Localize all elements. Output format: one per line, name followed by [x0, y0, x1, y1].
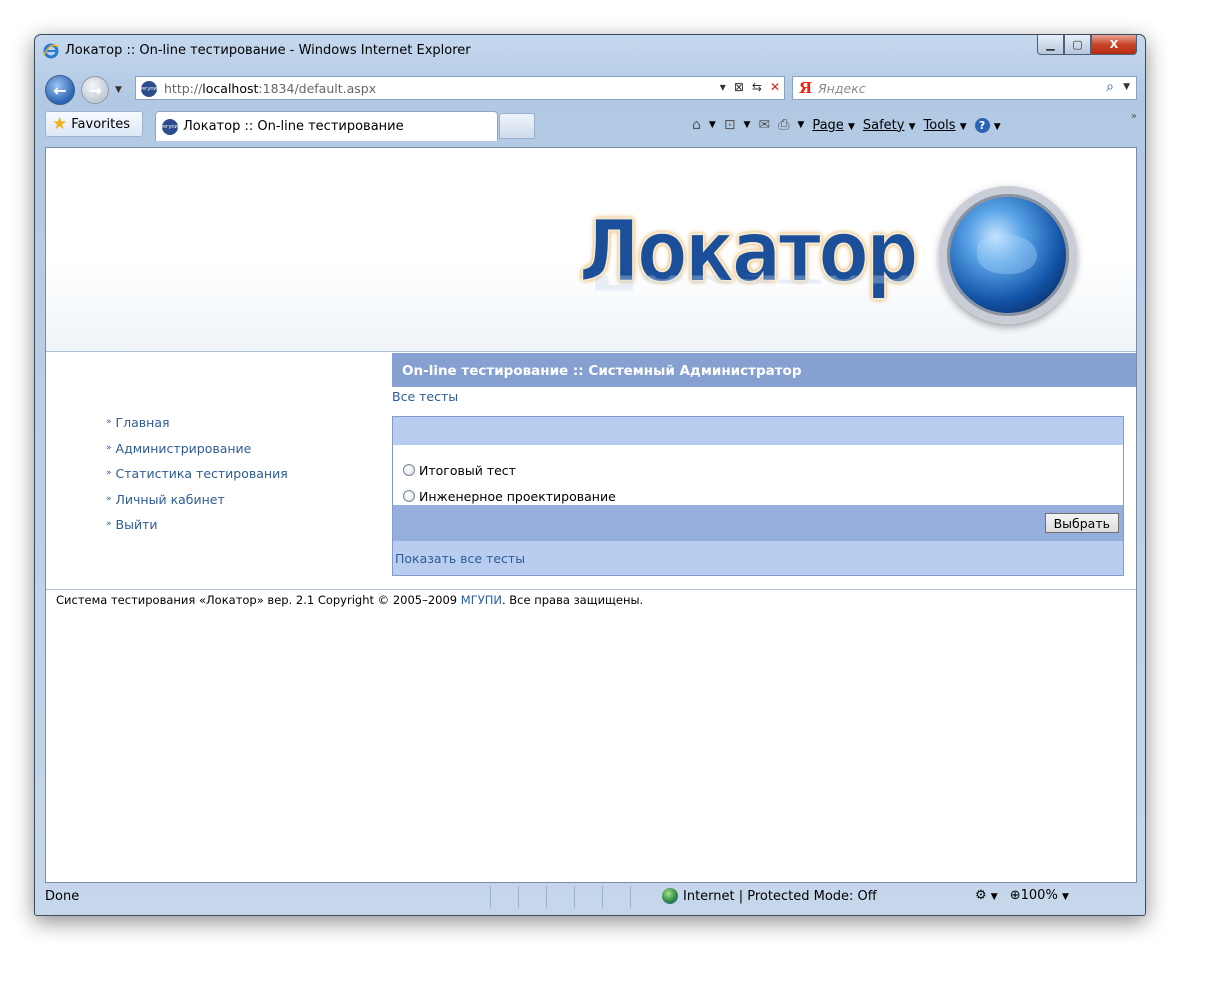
safety-menu[interactable]: Safety ▼: [863, 118, 916, 133]
more-commands-icon[interactable]: »: [1131, 111, 1137, 122]
compatibility-view-icon[interactable]: ⊠: [734, 80, 744, 94]
manage-addons-icon[interactable]: ⚙ ▼: [975, 888, 998, 903]
logo-reflection: Локатор: [579, 275, 916, 299]
back-button[interactable]: ←: [45, 75, 75, 105]
address-actions: ▾ ⊠ ⇆ ✕: [720, 80, 780, 94]
nav-item-home[interactable]: » Главная: [106, 415, 288, 441]
choose-button[interactable]: Выбрать: [1044, 513, 1119, 533]
window-title: Локатор :: On-line тестирование - Window…: [65, 43, 471, 58]
window-controls: ▁ ▢ X: [1037, 35, 1137, 55]
globe-icon: [939, 186, 1077, 324]
tab-label: Локатор :: On-line тестирование: [183, 119, 404, 134]
test-option-final[interactable]: Итоговый тест: [393, 457, 1123, 483]
radio-button[interactable]: [403, 464, 415, 476]
footer-link-mgupi[interactable]: МГУПИ: [461, 593, 502, 607]
feeds-dropdown-icon[interactable]: ▼: [744, 120, 751, 130]
favorites-label: Favorites: [71, 116, 130, 132]
double-arrow-icon: »: [106, 442, 112, 453]
nav-item-administration[interactable]: » Администрирование: [106, 441, 288, 467]
tests-panel: Итоговый тест Инженерное проектирование …: [392, 416, 1124, 576]
nav-item-cabinet[interactable]: » Личный кабинет: [106, 492, 288, 518]
new-tab-button[interactable]: [499, 113, 535, 139]
internet-zone-icon: [662, 888, 678, 904]
page-menu[interactable]: Page ▼: [812, 118, 855, 133]
nav-item-logout[interactable]: » Выйти: [106, 517, 288, 543]
double-arrow-icon: »: [106, 468, 112, 478]
show-all-tests-link[interactable]: Показать все тесты: [393, 541, 1123, 575]
address-toolbar: ← → ▼ мгупи http://localhost:1834/defaul…: [35, 71, 1145, 105]
close-button[interactable]: X: [1091, 35, 1137, 55]
print-icon[interactable]: ⎙: [778, 117, 789, 133]
search-input[interactable]: Я Яндекс ⌕ ▼: [792, 76, 1137, 100]
browser-window: Локатор :: On-line тестирование - Window…: [34, 34, 1146, 916]
site-header: Локатор Локатор: [46, 148, 1136, 352]
history-dropdown-icon[interactable]: ▼: [115, 85, 122, 95]
print-dropdown-icon[interactable]: ▼: [797, 120, 804, 130]
panel-actions: Выбрать: [393, 505, 1123, 541]
left-navigation: » Главная » Администрирование » Статистика …: [46, 353, 392, 583]
maximize-button[interactable]: ▢: [1064, 35, 1091, 55]
stop-icon[interactable]: ✕: [770, 80, 780, 94]
help-menu[interactable]: ? ▼: [974, 117, 1001, 133]
zoom-control[interactable]: ⊕100% ▼: [1010, 888, 1069, 903]
favorites-button[interactable]: ★ Favorites: [45, 111, 143, 137]
status-text: Done: [45, 889, 80, 904]
tab-favicon-icon: мгупи: [162, 118, 178, 135]
nav-list: » Главная » Администрирование » Статистика …: [106, 415, 288, 543]
title-bar: Локатор :: On-line тестирование - Window…: [35, 35, 1145, 67]
tools-menu[interactable]: Tools ▼: [924, 118, 967, 133]
search-placeholder: Яндекс: [818, 81, 866, 96]
panel-header: [393, 417, 1123, 445]
nav-item-statistics[interactable]: » Статистика тестирования: [106, 466, 288, 492]
status-bar: Done Internet | Protected Mode: Off ⚙ ▼ …: [45, 884, 1137, 910]
url-text: http://localhost:1834/default.aspx: [164, 81, 377, 96]
address-input[interactable]: мгупи http://localhost:1834/default.aspx…: [135, 76, 785, 100]
home-icon[interactable]: ⌂: [692, 117, 701, 133]
ie-logo-icon: [43, 43, 59, 59]
search-options-dropdown-icon[interactable]: ▼: [1123, 82, 1130, 92]
main-content: On-line тестирование :: Системный Админи…: [392, 353, 1136, 576]
site-logo[interactable]: Локатор Локатор: [578, 184, 1099, 344]
home-dropdown-icon[interactable]: ▼: [709, 120, 716, 130]
refresh-icon[interactable]: ⇆: [752, 80, 762, 94]
double-arrow-icon: »: [106, 493, 112, 504]
back-arrow-icon: ←: [53, 80, 67, 100]
yandex-logo-icon: Я: [799, 79, 813, 97]
all-tests-link[interactable]: Все тесты: [392, 389, 1136, 415]
status-panes: [490, 886, 658, 908]
status-tools: ⚙ ▼ ⊕100% ▼: [975, 888, 1069, 903]
site-footer: Система тестирования «Локатор» вер. 2.1 …: [46, 589, 1136, 607]
command-bar: ⌂ ▼ ⊡ ▼ ✉ ⎙ ▼ Page ▼ Safety ▼ Tools ▼ ? ▼: [692, 117, 1001, 133]
minimize-button[interactable]: ▁: [1037, 35, 1064, 55]
search-icon[interactable]: ⌕: [1106, 79, 1114, 95]
test-list: Итоговый тест Инженерное проектирование: [393, 445, 1123, 505]
page-viewport: Локатор Локатор » Главная » Администрирова…: [45, 147, 1137, 883]
zoom-icon: ⊕: [1009, 888, 1021, 903]
security-zone[interactable]: Internet | Protected Mode: Off: [662, 888, 877, 904]
help-icon: ?: [974, 117, 990, 133]
site-favicon-icon: мгупи: [141, 81, 157, 97]
read-mail-icon[interactable]: ✉: [758, 117, 770, 133]
tab-active[interactable]: мгупи Локатор :: On-line тестирование: [155, 111, 498, 141]
favorites-star-icon: ★: [52, 114, 68, 134]
page-title: On-line тестирование :: Системный Админи…: [392, 353, 1136, 387]
forward-button[interactable]: →: [81, 76, 109, 104]
radio-button[interactable]: [403, 490, 415, 502]
double-arrow-icon: »: [106, 417, 112, 427]
address-dropdown-icon[interactable]: ▾: [720, 80, 726, 94]
forward-arrow-icon: →: [88, 80, 102, 100]
feeds-icon[interactable]: ⊡: [724, 117, 736, 133]
double-arrow-icon: »: [106, 519, 112, 529]
tab-row: ★ Favorites мгупи Локатор :: On-line тес…: [35, 109, 1145, 145]
